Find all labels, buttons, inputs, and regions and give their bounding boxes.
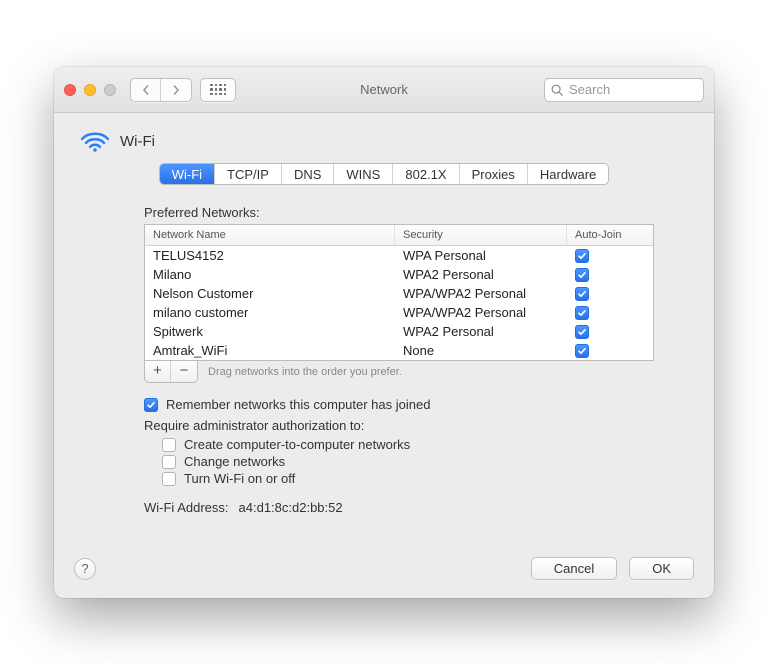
column-auto-join[interactable]: Auto-Join	[567, 225, 653, 245]
wifi-icon	[80, 129, 110, 153]
add-remove-controls: + −	[144, 361, 198, 383]
titlebar: Network	[54, 67, 714, 113]
auto-join-checkbox[interactable]	[575, 249, 589, 263]
search-field[interactable]	[544, 78, 704, 102]
auto-join-checkbox[interactable]	[575, 344, 589, 358]
table-row[interactable]: Nelson CustomerWPA/WPA2 Personal	[145, 284, 653, 303]
turn-wifi-label: Turn Wi-Fi on or off	[184, 471, 295, 486]
network-security: None	[395, 341, 567, 360]
network-security: WPA2 Personal	[395, 322, 567, 341]
table-row[interactable]: Amtrak_WiFiNone	[145, 341, 653, 360]
ok-button[interactable]: OK	[629, 557, 694, 580]
pane-title: Wi-Fi	[120, 133, 155, 150]
network-security: WPA Personal	[395, 246, 567, 265]
auto-join-cell	[567, 246, 653, 265]
auto-join-cell	[567, 341, 653, 360]
network-name: milano customer	[145, 303, 395, 322]
drag-hint-label: Drag networks into the order you prefer.	[208, 366, 402, 378]
add-network-button[interactable]: +	[145, 361, 171, 382]
table-row[interactable]: milano customerWPA/WPA2 Personal	[145, 303, 653, 322]
change-networks-label: Change networks	[184, 454, 285, 469]
grid-icon	[210, 84, 226, 96]
table-row[interactable]: SpitwerkWPA2 Personal	[145, 322, 653, 341]
remember-networks-checkbox[interactable]	[144, 398, 158, 412]
network-name: Nelson Customer	[145, 284, 395, 303]
auto-join-checkbox[interactable]	[575, 306, 589, 320]
help-button[interactable]: ?	[74, 558, 96, 580]
tab-bar: Wi-FiTCP/IPDNSWINS802.1XProxiesHardware	[74, 163, 694, 185]
tab-wifi[interactable]: Wi-Fi	[160, 164, 215, 184]
network-name: Amtrak_WiFi	[145, 341, 395, 360]
networks-table: Network Name Security Auto-Join TELUS415…	[144, 224, 654, 361]
table-row[interactable]: TELUS4152WPA Personal	[145, 246, 653, 265]
turn-wifi-checkbox[interactable]	[162, 472, 176, 486]
remove-network-button[interactable]: −	[171, 361, 197, 382]
auto-join-cell	[567, 322, 653, 341]
tab-proxies[interactable]: Proxies	[460, 164, 528, 184]
column-network-name[interactable]: Network Name	[145, 225, 395, 245]
change-networks-checkbox[interactable]	[162, 455, 176, 469]
preferences-window: Network Wi-Fi Wi-FiTCP/IPDNSWINS802.1XPr…	[54, 67, 714, 598]
auto-join-checkbox[interactable]	[575, 287, 589, 301]
zoom-window-icon	[104, 84, 116, 96]
remember-networks-label: Remember networks this computer has join…	[166, 397, 430, 412]
tab-8021x[interactable]: 802.1X	[393, 164, 459, 184]
network-security: WPA/WPA2 Personal	[395, 303, 567, 322]
wifi-address-label: Wi-Fi Address:	[144, 500, 229, 515]
search-icon	[550, 83, 564, 97]
search-input[interactable]	[569, 82, 697, 97]
auto-join-cell	[567, 284, 653, 303]
column-security[interactable]: Security	[395, 225, 567, 245]
require-admin-label: Require administrator authorization to:	[144, 418, 654, 433]
pane-header: Wi-Fi	[80, 129, 694, 153]
auto-join-cell	[567, 303, 653, 322]
network-name: Milano	[145, 265, 395, 284]
traffic-lights	[64, 84, 116, 96]
close-window-icon[interactable]	[64, 84, 76, 96]
network-name: Spitwerk	[145, 322, 395, 341]
auto-join-checkbox[interactable]	[575, 268, 589, 282]
create-adhoc-label: Create computer-to-computer networks	[184, 437, 410, 452]
table-row[interactable]: MilanoWPA2 Personal	[145, 265, 653, 284]
back-button[interactable]	[131, 79, 161, 101]
nav-back-forward	[130, 78, 192, 102]
tab-dns[interactable]: DNS	[282, 164, 334, 184]
minimize-window-icon[interactable]	[84, 84, 96, 96]
preferred-networks-label: Preferred Networks:	[144, 205, 654, 220]
check-icon	[146, 400, 156, 410]
auto-join-cell	[567, 265, 653, 284]
table-header: Network Name Security Auto-Join	[145, 225, 653, 246]
tab-hardware[interactable]: Hardware	[528, 164, 608, 184]
wifi-address-value: a4:d1:8c:d2:bb:52	[239, 500, 343, 515]
network-security: WPA/WPA2 Personal	[395, 284, 567, 303]
show-all-button[interactable]	[200, 78, 236, 102]
cancel-button[interactable]: Cancel	[531, 557, 617, 580]
tab-wins[interactable]: WINS	[334, 164, 393, 184]
auto-join-checkbox[interactable]	[575, 325, 589, 339]
network-security: WPA2 Personal	[395, 265, 567, 284]
tab-tcpip[interactable]: TCP/IP	[215, 164, 282, 184]
forward-button[interactable]	[161, 79, 191, 101]
network-name: TELUS4152	[145, 246, 395, 265]
wifi-address-row: Wi-Fi Address: a4:d1:8c:d2:bb:52	[144, 500, 654, 515]
create-adhoc-checkbox[interactable]	[162, 438, 176, 452]
